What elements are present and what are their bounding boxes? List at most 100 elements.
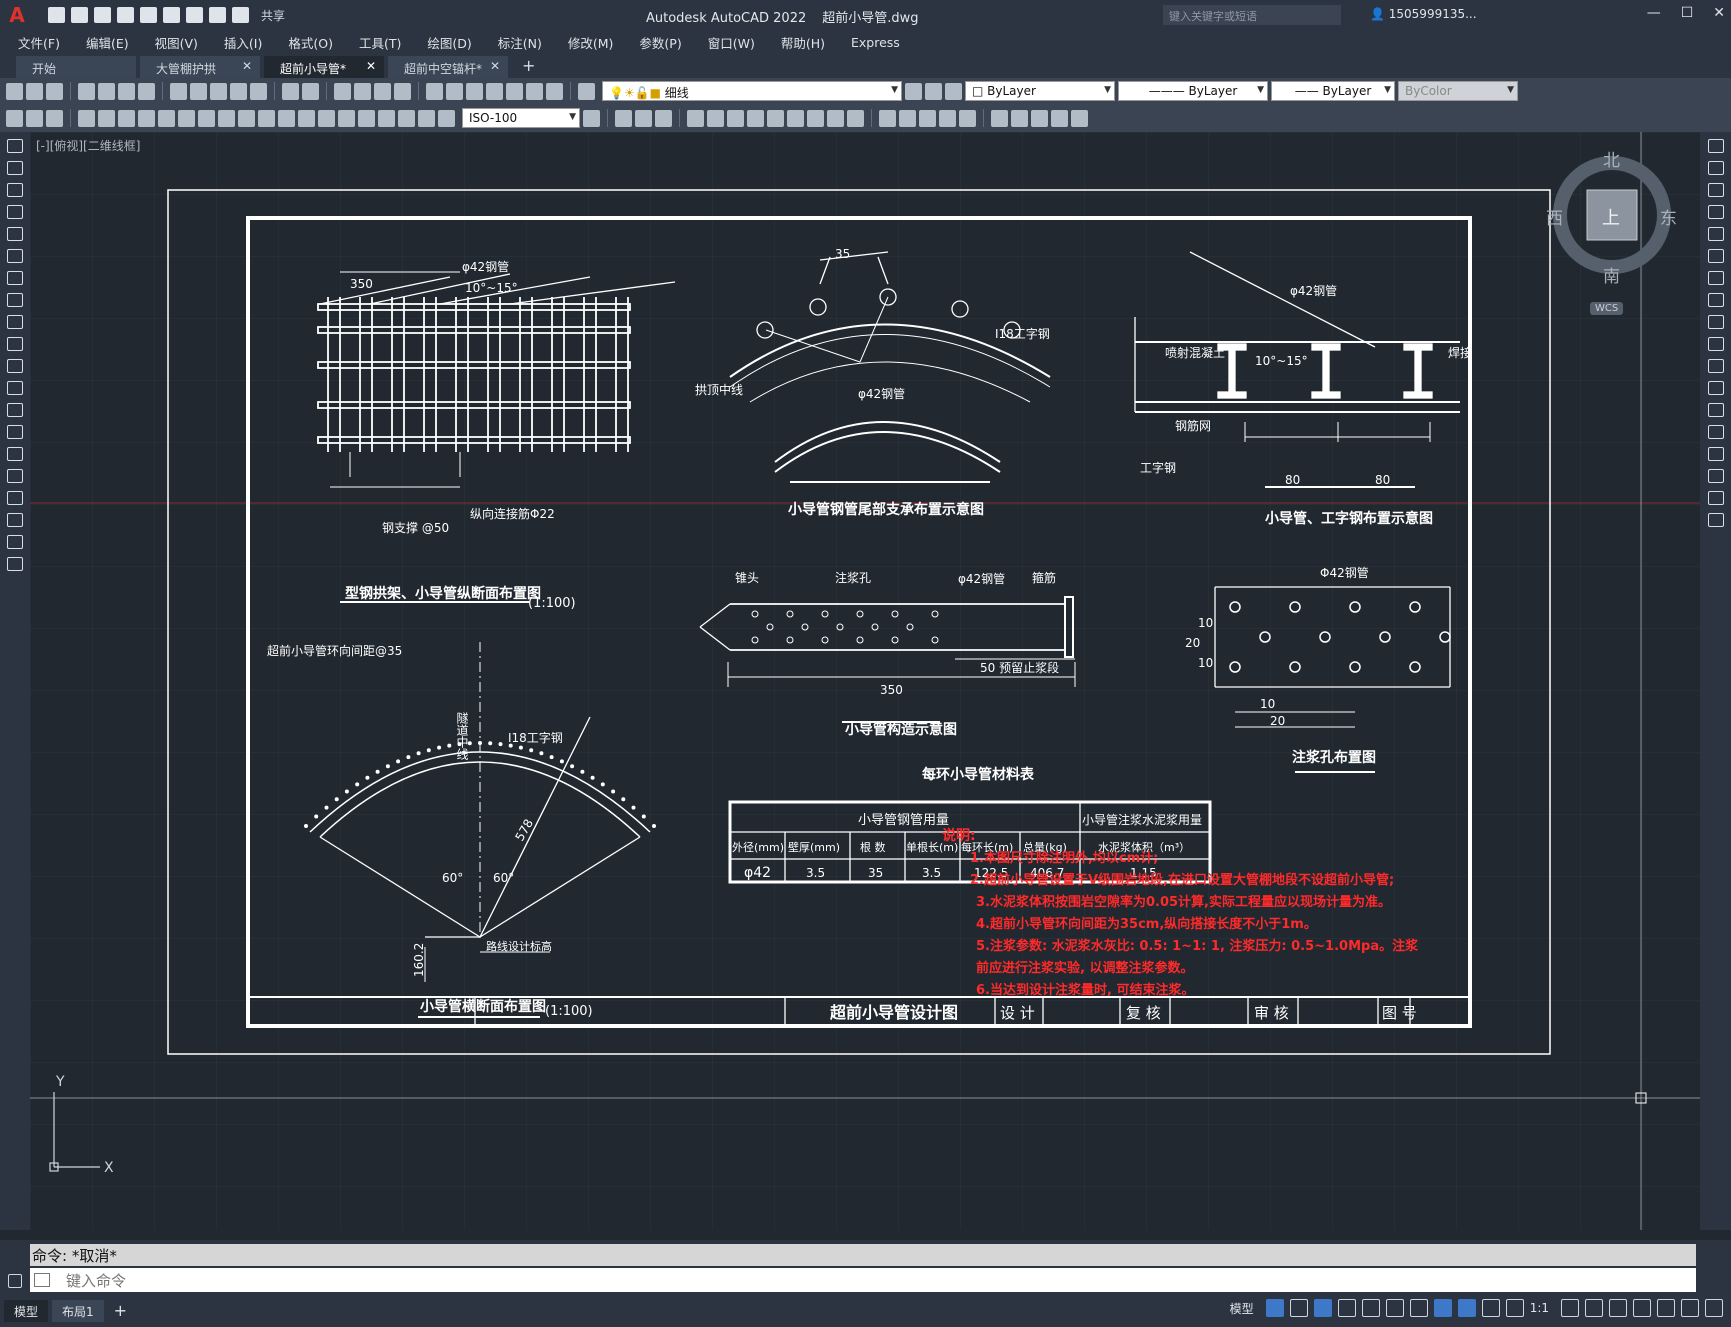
erase-icon[interactable] <box>1707 139 1724 153</box>
polygon-icon[interactable] <box>7 205 23 219</box>
modify-1-icon[interactable] <box>615 109 632 127</box>
preview-icon[interactable] <box>98 82 115 100</box>
modify-21-icon[interactable] <box>1051 109 1068 127</box>
undo-icon[interactable] <box>282 82 299 100</box>
open-icon[interactable] <box>26 82 43 100</box>
dim-edit-icon[interactable] <box>418 109 435 127</box>
modify-10-icon[interactable] <box>807 109 824 127</box>
compass-south[interactable]: 南 <box>1603 262 1620 287</box>
user-account[interactable]: 👤 1505999135... <box>1370 7 1477 21</box>
menu-window[interactable]: 窗口(W) <box>708 33 755 52</box>
modify-7-icon[interactable] <box>747 109 764 127</box>
close-icon[interactable]: ✕ <box>366 59 376 73</box>
modify-6-icon[interactable] <box>727 109 744 127</box>
pan-icon[interactable] <box>334 82 351 100</box>
open-file-icon[interactable] <box>71 7 88 23</box>
sheetset-icon[interactable] <box>486 82 503 100</box>
rectangle-icon[interactable] <box>7 227 23 241</box>
modify-13-icon[interactable] <box>879 109 896 127</box>
scale-icon[interactable] <box>1707 293 1724 307</box>
arc-icon[interactable] <box>7 249 23 263</box>
modify-8-icon[interactable] <box>767 109 784 127</box>
cut-icon[interactable] <box>170 82 187 100</box>
viewcube-top-face[interactable]: 上 <box>1602 204 1620 230</box>
layer-dropdown[interactable]: 💡☀🔓■ 细线 ▼ <box>602 81 902 101</box>
dim-break-icon[interactable] <box>318 109 335 127</box>
wcs-menu[interactable]: WCS <box>1590 302 1624 315</box>
menu-tools[interactable]: 工具(T) <box>359 33 401 52</box>
autocad-logo-icon[interactable]: A <box>4 2 30 28</box>
make-current-icon[interactable] <box>905 82 922 100</box>
tab-file-2[interactable]: 超前小导管* ✕ <box>264 56 384 78</box>
menu-modify[interactable]: 修改(M) <box>568 33 614 52</box>
dim-space-icon[interactable] <box>298 109 315 127</box>
break-icon[interactable] <box>1707 403 1724 417</box>
textstyle-icon[interactable] <box>26 109 43 127</box>
annotation-scale-icon[interactable] <box>1505 1299 1524 1317</box>
qnew-icon[interactable] <box>6 82 23 100</box>
tab-start[interactable]: 开始 <box>16 56 136 78</box>
customize-icon[interactable] <box>1705 1299 1723 1317</box>
dim-angular-icon[interactable] <box>218 109 235 127</box>
new-tab-button[interactable]: + <box>522 56 535 75</box>
dim-arc-icon[interactable] <box>118 109 135 127</box>
properties-icon[interactable] <box>426 82 443 100</box>
layer-properties-icon[interactable] <box>578 82 595 100</box>
ellipse-icon[interactable] <box>7 337 23 351</box>
compass-north[interactable]: 北 <box>1603 146 1620 171</box>
blend-icon[interactable] <box>1707 491 1724 505</box>
tablestyle-icon[interactable] <box>46 109 63 127</box>
copy-icon[interactable] <box>190 82 207 100</box>
command-prompt-icon[interactable] <box>34 1273 50 1287</box>
menu-file[interactable]: 文件(F) <box>18 33 60 52</box>
dim-jogged-icon[interactable] <box>178 109 195 127</box>
close-icon[interactable]: ✕ <box>490 59 500 73</box>
spline-icon[interactable] <box>7 315 23 329</box>
ellipse-arc-icon[interactable] <box>7 359 23 373</box>
hatch-icon[interactable] <box>7 447 23 461</box>
menu-parametric[interactable]: 参数(P) <box>639 33 681 52</box>
dim-radius-icon[interactable] <box>158 109 175 127</box>
menu-dimension[interactable]: 标注(N) <box>498 33 542 52</box>
zoom-previous-icon[interactable] <box>394 82 411 100</box>
circle-icon[interactable] <box>7 271 23 285</box>
osnap-tracking-icon[interactable] <box>1385 1299 1404 1317</box>
search-input[interactable]: 键入关键字或短语 <box>1163 5 1341 25</box>
fillet-icon[interactable] <box>1707 469 1724 483</box>
insert-block-icon[interactable] <box>7 381 23 395</box>
model-space-button[interactable]: 模型 <box>1230 1300 1254 1317</box>
viewcube[interactable]: 北 南 东 西 上 WCS <box>1540 150 1690 320</box>
inspect-icon[interactable] <box>378 109 395 127</box>
close-icon[interactable]: ✕ <box>242 59 252 73</box>
linetype-dropdown[interactable]: ——— ByLayer ▼ <box>1118 81 1268 101</box>
mirror-icon[interactable] <box>1707 183 1724 197</box>
compass-east[interactable]: 东 <box>1660 204 1677 229</box>
close-button[interactable]: ✕ <box>1713 5 1725 21</box>
plus-icon[interactable] <box>1585 1299 1603 1317</box>
isolate-icon[interactable] <box>1633 1299 1651 1317</box>
add-layout-button[interactable]: + <box>114 1301 127 1320</box>
redo-icon[interactable] <box>302 82 319 100</box>
modify-11-icon[interactable] <box>827 109 844 127</box>
compass-west[interactable]: 西 <box>1546 204 1563 229</box>
menu-view[interactable]: 视图(V) <box>155 33 198 52</box>
publish-icon[interactable] <box>118 82 135 100</box>
menu-express[interactable]: Express <box>851 35 900 50</box>
tab-layout1[interactable]: 布局1 <box>52 1299 104 1322</box>
new-file-icon[interactable] <box>48 7 65 23</box>
paste-icon[interactable] <box>210 82 227 100</box>
dim-continue-icon[interactable] <box>278 109 295 127</box>
hardware-accel-icon[interactable] <box>1657 1299 1675 1317</box>
autoscale-icon[interactable] <box>1481 1299 1500 1317</box>
chamfer-icon[interactable] <box>1707 447 1724 461</box>
make-block-icon[interactable] <box>7 403 23 417</box>
dim-ordinate-icon[interactable] <box>138 109 155 127</box>
modify-18-icon[interactable] <box>991 109 1008 127</box>
osnap-icon[interactable] <box>1409 1299 1428 1317</box>
trim-icon[interactable] <box>1707 337 1724 351</box>
move-icon[interactable] <box>1707 249 1724 263</box>
break-point-icon[interactable] <box>1707 381 1724 395</box>
3d-print-icon[interactable] <box>138 82 155 100</box>
save-as-icon[interactable] <box>117 7 134 23</box>
rotate-icon[interactable] <box>1707 271 1724 285</box>
